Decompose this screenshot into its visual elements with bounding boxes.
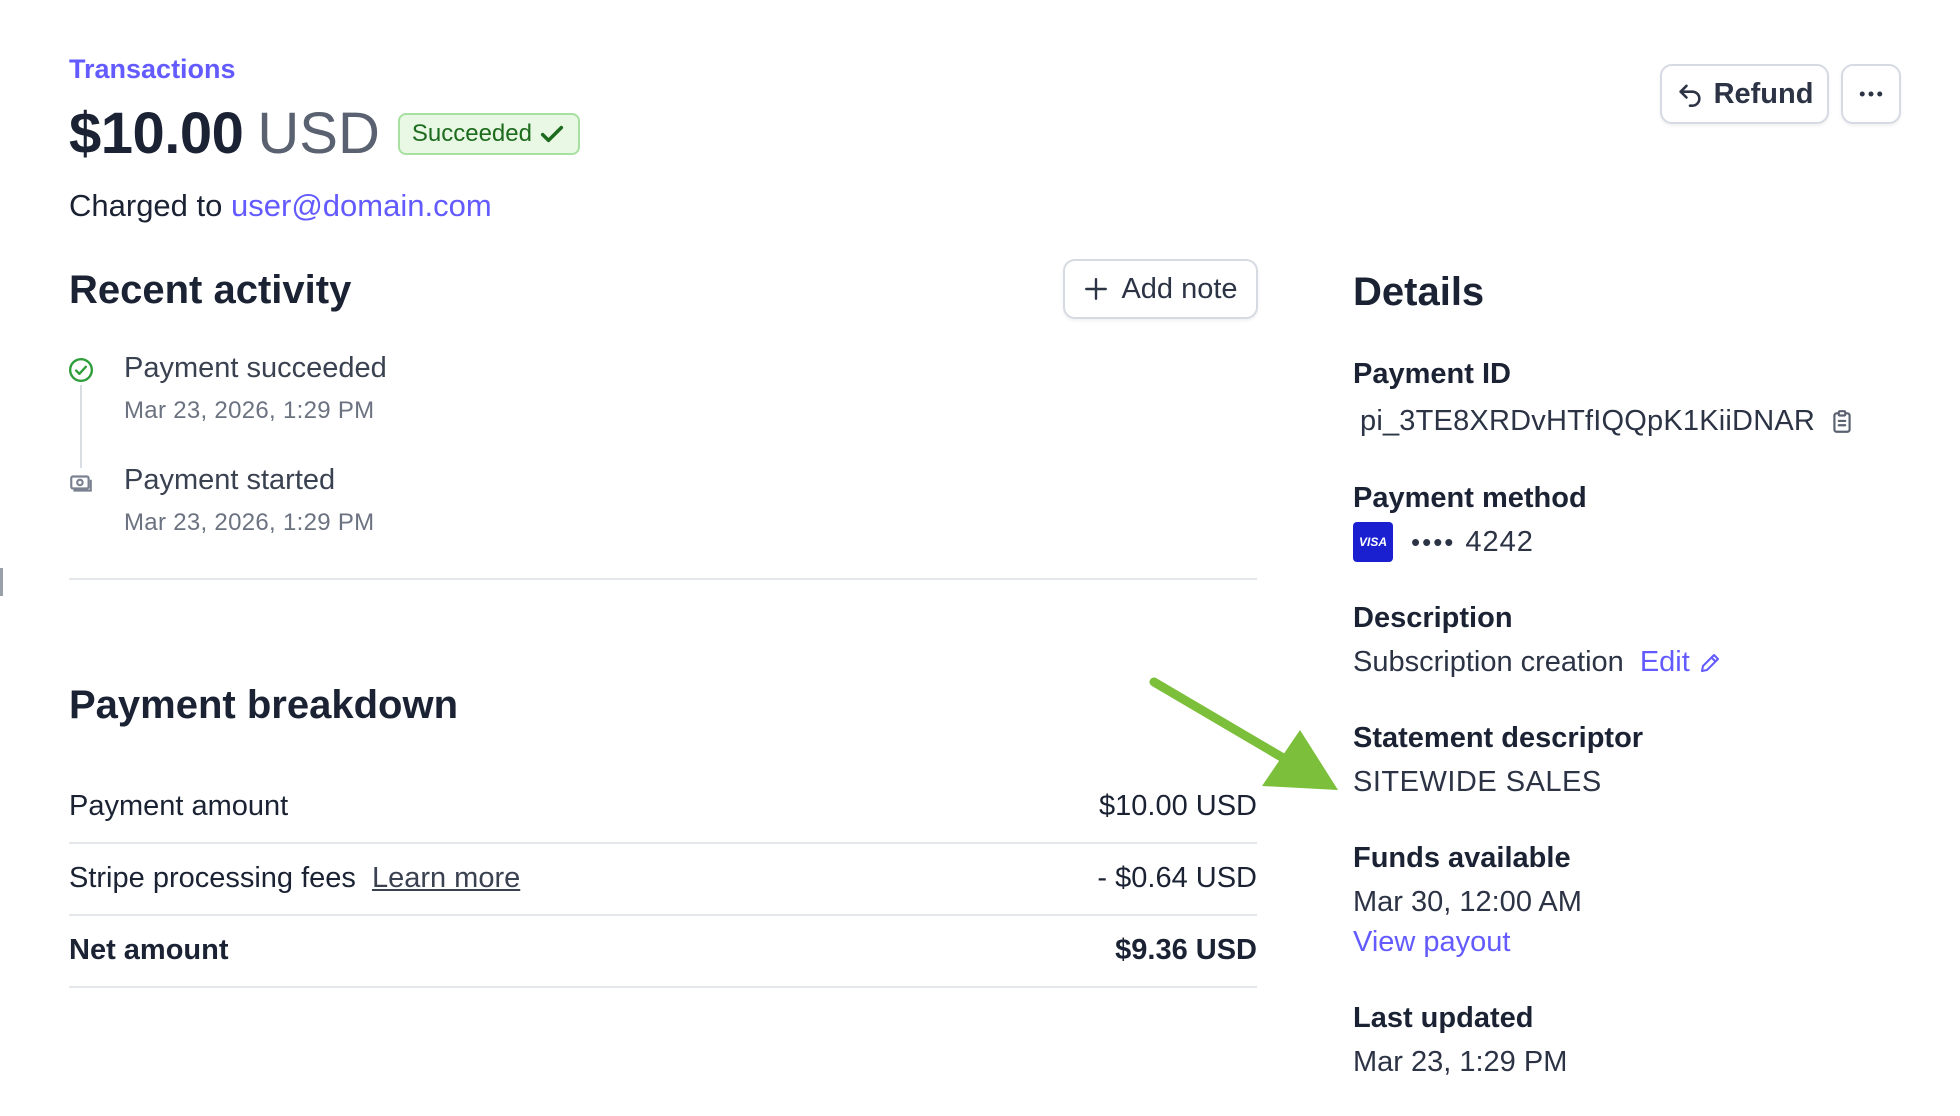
card-last4: 4242	[1465, 525, 1534, 558]
breakdown-row-net-amount: Net amount $9.36 USD	[69, 934, 1257, 967]
amount-currency: USD	[257, 101, 380, 166]
payment-breakdown-title: Payment breakdown	[69, 683, 459, 727]
description-row: Subscription creation Edit	[1353, 646, 1722, 679]
refund-label: Refund	[1713, 77, 1814, 110]
edit-description-button[interactable]: Edit	[1640, 646, 1722, 679]
description-value: Subscription creation	[1353, 646, 1624, 678]
amount-row: $10.00 USD Succeeded	[69, 100, 580, 167]
timeline-connector	[80, 385, 82, 468]
last-updated-value: Mar 23, 1:29 PM	[1353, 1046, 1568, 1078]
view-payout-link[interactable]: View payout	[1353, 926, 1510, 959]
ellipsis-icon	[1859, 91, 1883, 97]
payment-method-label: Payment method	[1353, 482, 1587, 514]
funds-available-value: Mar 30, 12:00 AM	[1353, 886, 1582, 918]
recent-activity-title: Recent activity	[69, 268, 352, 312]
learn-more-link[interactable]: Learn more	[372, 862, 520, 894]
funds-available-label: Funds available	[1353, 842, 1571, 874]
window-edge-marker	[0, 568, 3, 596]
payment-id-value: pi_3TE8XRDvHTfIQQpK1KiiDNAR	[1360, 405, 1816, 437]
breakdown-row-payment-amount: Payment amount $10.00 USD	[69, 790, 1257, 823]
pencil-icon	[1700, 653, 1719, 672]
annotation-arrow-icon	[1149, 677, 1338, 790]
description-label: Description	[1353, 602, 1513, 634]
status-label: Succeeded	[411, 119, 532, 147]
payment-method-row: VISA •••• 4242	[1353, 522, 1534, 562]
visa-card-icon: VISA	[1353, 522, 1393, 562]
amount-value: $10.00	[69, 101, 244, 166]
add-note-button[interactable]: Add note	[1063, 259, 1258, 319]
customer-email-link[interactable]: user@domain.com	[231, 188, 492, 223]
payment-id-row: pi_3TE8XRDvHTfIQQpK1KiiDNAR	[1360, 405, 1855, 438]
row-divider	[69, 914, 1257, 916]
breakdown-label: Stripe processing fees	[69, 862, 356, 894]
section-divider	[69, 578, 1257, 580]
checkmark-icon	[540, 125, 564, 142]
cash-icon	[70, 475, 92, 492]
breakdown-label-group: Stripe processing fees Learn more	[69, 862, 520, 895]
clipboard-icon[interactable]	[1829, 409, 1855, 435]
breakdown-value: $9.36 USD	[1115, 934, 1257, 966]
payment-id-label: Payment ID	[1353, 358, 1511, 390]
breadcrumb-transactions[interactable]: Transactions	[69, 54, 236, 85]
breakdown-label: Payment amount	[69, 790, 289, 822]
activity-date: Mar 23, 2026, 1:29 PM	[124, 509, 375, 536]
charged-prefix: Charged to	[69, 188, 223, 223]
row-divider	[69, 842, 1257, 844]
details-title: Details	[1353, 270, 1485, 314]
undo-icon	[1678, 84, 1701, 107]
status-badge: Succeeded	[397, 112, 580, 155]
card-masked-dots: ••••	[1411, 526, 1456, 557]
plus-icon	[1085, 278, 1108, 300]
last-updated-label: Last updated	[1353, 1002, 1534, 1034]
check-circle-icon	[68, 357, 94, 383]
more-actions-button[interactable]	[1841, 64, 1901, 124]
edit-label: Edit	[1639, 646, 1690, 678]
charged-to: Charged to user@domain.com	[69, 188, 492, 224]
statement-descriptor-label: Statement descriptor	[1353, 722, 1644, 754]
row-divider	[69, 986, 1257, 988]
breakdown-label: Net amount	[69, 934, 229, 966]
breakdown-value: - $0.64 USD	[1097, 862, 1257, 894]
statement-descriptor-value: SITEWIDE SALES	[1353, 766, 1602, 798]
activity-title: Payment succeeded	[124, 352, 387, 384]
add-note-label: Add note	[1121, 272, 1238, 305]
breakdown-row-processing-fees: Stripe processing fees Learn more - $0.64…	[69, 862, 1257, 895]
refund-button[interactable]: Refund	[1660, 64, 1829, 124]
activity-title: Payment started	[124, 464, 336, 496]
activity-date: Mar 23, 2026, 1:29 PM	[124, 397, 375, 424]
